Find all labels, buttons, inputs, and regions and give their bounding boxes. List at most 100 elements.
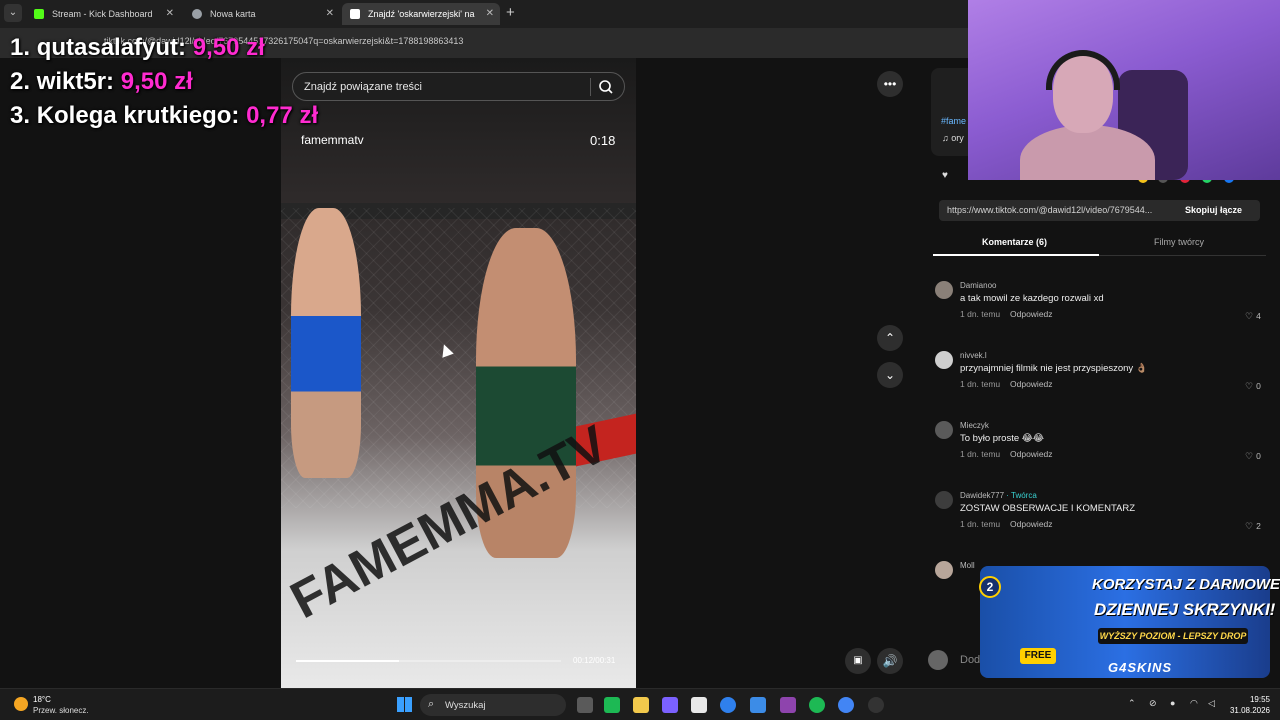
comment-item: Dawidek777 · Twórca ZOSTAW OBSERWACJE I … bbox=[933, 491, 1266, 551]
fighter-blue bbox=[291, 208, 361, 478]
microphone-icon[interactable]: ● bbox=[1170, 698, 1175, 708]
obs-icon[interactable] bbox=[868, 697, 884, 713]
promo-headline-2: DZIENNEJ SKRZYNKI! bbox=[1094, 600, 1276, 619]
sun-icon[interactable] bbox=[14, 697, 28, 711]
heart-icon: ♡ bbox=[1245, 381, 1254, 391]
more-options-icon[interactable]: ••• bbox=[877, 71, 903, 97]
leaderboard-name: Kolega krutkiego: bbox=[36, 102, 240, 129]
like-count: 4 bbox=[1256, 311, 1261, 321]
tab-search-button[interactable]: ⌄ bbox=[4, 4, 22, 22]
comment-text: ZOSTAW OBSERWACJE I KOMENTARZ bbox=[960, 503, 1136, 514]
tab-kick-dashboard[interactable]: Stream - Kick Dashboard ✕ bbox=[26, 3, 180, 25]
copy-link-button[interactable]: Skopiuj łącze bbox=[1185, 205, 1242, 215]
leaderboard-name: wikt5r: bbox=[36, 68, 115, 95]
comments-tabs: Komentarze (6) Filmy twórcy bbox=[933, 232, 1266, 256]
taskbar-search[interactable]: ⌕ Wyszukaj bbox=[420, 694, 566, 716]
video-progress-bar[interactable] bbox=[296, 660, 561, 662]
avatar[interactable] bbox=[935, 491, 953, 509]
creator-badge: · Twórca bbox=[1004, 491, 1037, 500]
search-icon[interactable] bbox=[595, 77, 617, 97]
chrome-icon[interactable] bbox=[838, 697, 854, 713]
promo-subline: WYŻSZY POZIOM - LEPSZY DROP bbox=[1098, 628, 1248, 644]
comment-text: a tak mowil ze kazdego rozwali xd bbox=[960, 293, 1104, 304]
promo-free-badge: FREE bbox=[1020, 648, 1056, 664]
app-icon[interactable] bbox=[604, 697, 620, 713]
share-link-box: https://www.tiktok.com/@dawid12l/video/7… bbox=[939, 200, 1260, 221]
edge-icon[interactable] bbox=[720, 697, 736, 713]
comment-input[interactable]: Dod bbox=[960, 654, 980, 666]
volume-icon[interactable]: 🔊 bbox=[877, 648, 903, 674]
comment-user[interactable]: Moll bbox=[960, 561, 975, 570]
heart-icon: ♡ bbox=[1245, 451, 1254, 461]
reply-button[interactable]: Odpowiedz bbox=[1010, 449, 1053, 459]
leaderboard-row: 1. qutasalafyut: 9,50 zł bbox=[10, 34, 318, 68]
reply-button[interactable]: Odpowiedz bbox=[1010, 309, 1053, 319]
comment-user-name: Dawidek777 bbox=[960, 491, 1005, 500]
notepad-icon[interactable] bbox=[691, 697, 707, 713]
comment-likes[interactable]: ♡ 0 bbox=[1245, 451, 1261, 462]
like-count: 0 bbox=[1256, 451, 1261, 461]
file-explorer-icon[interactable] bbox=[633, 697, 649, 713]
avatar[interactable] bbox=[935, 281, 953, 299]
promo-level-badge: 2 bbox=[979, 576, 1001, 598]
search-placeholder: Znajdź powiązane treści bbox=[304, 81, 423, 93]
volume-icon[interactable]: ◁ bbox=[1208, 698, 1215, 709]
video-duration: 0:18 bbox=[590, 133, 616, 148]
music-label[interactable]: ♫ ory bbox=[942, 133, 964, 143]
comment-likes[interactable]: ♡ 4 bbox=[1245, 311, 1261, 322]
related-search-input[interactable]: Znajdź powiązane treści bbox=[292, 72, 625, 101]
comment-likes[interactable]: ♡ 0 bbox=[1245, 381, 1261, 392]
wifi-icon[interactable]: ◠ bbox=[1190, 698, 1198, 709]
copilot-icon[interactable] bbox=[662, 697, 678, 713]
comment-date: 1 dn. temu bbox=[960, 379, 1001, 389]
weather-temp[interactable]: 18°C bbox=[33, 695, 51, 704]
leaderboard-row: 2. wikt5r: 9,50 zł bbox=[10, 68, 318, 102]
comment-likes[interactable]: ♡ 2 bbox=[1245, 521, 1261, 532]
share-link-url[interactable]: https://www.tiktok.com/@dawid12l/video/7… bbox=[947, 205, 1152, 215]
comment-user[interactable]: Mieczyk bbox=[960, 421, 989, 430]
avatar[interactable] bbox=[935, 421, 953, 439]
search-icon: ⌕ bbox=[428, 698, 435, 710]
task-view-icon[interactable] bbox=[577, 697, 593, 713]
tab-new-tab[interactable]: Nowa karta ✕ bbox=[184, 3, 340, 25]
close-icon[interactable]: ✕ bbox=[166, 3, 174, 25]
leaderboard-amount: 0,77 zł bbox=[246, 102, 319, 129]
heart-icon: ♡ bbox=[1245, 311, 1254, 321]
headset-icon bbox=[1046, 50, 1120, 90]
system-clock[interactable]: 19:55 31.08.2026 bbox=[1226, 694, 1270, 716]
leaderboard-amount: 9,50 zł bbox=[192, 34, 265, 61]
tab-creator-videos[interactable]: Filmy twórcy bbox=[1154, 237, 1204, 247]
donation-leaderboard: 1. qutasalafyut: 9,50 zł 2. wikt5r: 9,50… bbox=[10, 34, 318, 136]
hashtag-link[interactable]: #fame bbox=[941, 116, 966, 126]
avatar[interactable] bbox=[935, 561, 953, 579]
kick-icon bbox=[34, 9, 44, 19]
video-player[interactable]: FAMEMMA.TV bbox=[281, 58, 636, 688]
next-video-button[interactable]: ⌄ bbox=[877, 362, 903, 388]
close-icon[interactable]: ✕ bbox=[486, 3, 494, 25]
tab-tiktok-search[interactable]: Znajdź 'oskarwierzejski' na ✕ bbox=[342, 3, 500, 25]
comment-date: 1 dn. temu bbox=[960, 309, 1001, 319]
leaderboard-rank: 3. bbox=[10, 102, 31, 129]
spotify-icon[interactable] bbox=[809, 697, 825, 713]
like-icon[interactable]: ♥ bbox=[942, 170, 948, 181]
new-tab-button[interactable]: + bbox=[506, 4, 515, 22]
chevron-up-icon[interactable]: ⌃ bbox=[1128, 698, 1136, 709]
comment-user[interactable]: Damianoo bbox=[960, 281, 996, 290]
comment-user[interactable]: Dawidek777 · Twórca bbox=[960, 491, 1037, 500]
network-off-icon[interactable]: ⊘ bbox=[1149, 698, 1157, 709]
video-timecode: 00:12/00:31 bbox=[573, 656, 616, 665]
store-icon[interactable] bbox=[750, 697, 766, 713]
globe-icon bbox=[192, 9, 202, 19]
avatar[interactable] bbox=[935, 351, 953, 369]
reply-button[interactable]: Odpowiedz bbox=[1010, 379, 1053, 389]
pip-icon[interactable]: ▣ bbox=[845, 648, 871, 674]
weather-desc[interactable]: Przew. słonecz. bbox=[33, 706, 89, 715]
app-icon[interactable] bbox=[780, 697, 796, 713]
comment-user[interactable]: nivvek.l bbox=[960, 351, 987, 360]
tab-comments[interactable]: Komentarze (6) bbox=[982, 237, 1047, 247]
previous-video-button[interactable]: ⌃ bbox=[877, 325, 903, 351]
windows-start-icon[interactable] bbox=[397, 697, 412, 712]
close-icon[interactable]: ✕ bbox=[326, 3, 334, 25]
promo-brand: G4SKINS bbox=[1108, 660, 1173, 675]
reply-button[interactable]: Odpowiedz bbox=[1010, 519, 1053, 529]
